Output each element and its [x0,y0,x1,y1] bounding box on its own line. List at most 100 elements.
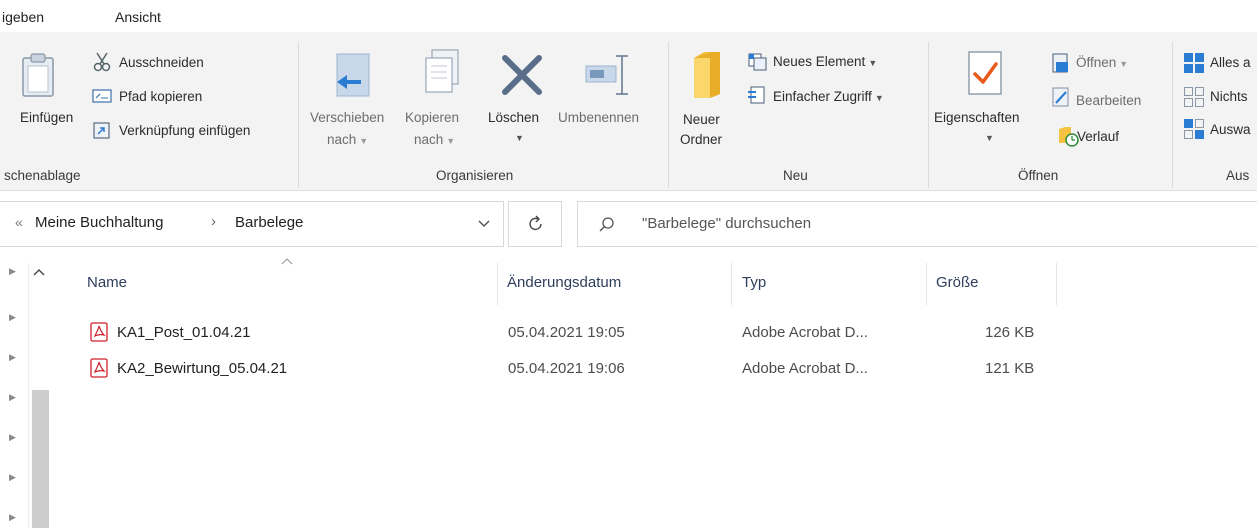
file-name: KA1_Post_01.04.21 [117,324,251,341]
select-none-button[interactable]: Nichts [1210,88,1248,106]
history-button[interactable]: Verlauf [1077,128,1119,146]
chevron-down-icon: ▼ [868,58,878,68]
file-type: Adobe Acrobat D... [742,360,868,377]
chevron-down-icon: ▼ [985,133,994,143]
expand-arrow-icon[interactable]: ▶ [9,472,16,483]
easy-access-label: Einfacher Zugriff [773,89,872,104]
expand-arrow-icon[interactable]: ▶ [9,352,16,363]
easy-access-icon [748,86,765,104]
breadcrumb-item[interactable]: Barbelege [235,214,303,231]
group-label-select: Aus [1226,168,1250,183]
file-date: 05.04.2021 19:05 [508,324,625,341]
chevron-down-icon: ▼ [515,133,524,143]
properties-button[interactable]: Eigenschaften ▼ [932,109,1044,153]
select-none-icon [1184,87,1204,107]
search-input[interactable]: "Barbelege" durchsuchen [642,215,811,232]
delete-button[interactable]: Löschen ▼ [486,109,556,153]
open-button[interactable]: Öffnen ▼ [1076,54,1128,73]
scissors-icon [93,52,111,72]
copy-to-button[interactable]: Kopieren nach ▼ [402,109,484,153]
breadcrumb-separator-icon: › [211,213,216,230]
expand-arrow-icon[interactable]: ▶ [9,432,16,443]
column-header-name[interactable]: Name [87,274,127,291]
table-row[interactable]: KA2_Bewirtung_05.04.21 05.04.2021 19:06 … [80,356,1060,384]
select-all-icon [1184,53,1204,73]
new-item-label: Neues Element [773,54,866,69]
group-separator [668,42,669,188]
new-folder-label: Neuer [683,112,720,127]
open-icon [1052,53,1068,73]
group-label-new: Neu [783,168,808,183]
group-separator [298,42,299,188]
group-label-open: Öffnen [1018,168,1059,183]
open-label: Öffnen [1076,55,1117,70]
new-folder-button[interactable]: Neuer Ordner [677,111,741,155]
delete-icon [502,55,542,95]
copy-to-label-2: nach ▼ [414,132,456,147]
column-divider[interactable] [497,263,498,305]
copy-path-icon [92,89,112,103]
column-divider[interactable] [926,263,927,305]
column-header-size[interactable]: Größe [936,274,979,291]
rename-button[interactable]: Umbenennen [558,109,639,127]
expand-arrow-icon[interactable]: ▶ [9,512,16,523]
copy-path-button[interactable]: Pfad kopieren [119,88,202,106]
copy-to-icon [425,49,459,93]
delete-label: Löschen [488,110,540,125]
edit-icon [1052,87,1069,107]
expand-arrow-icon[interactable]: ▶ [9,392,16,403]
file-size: 121 KB [985,360,1035,377]
move-to-label-2: nach ▼ [327,132,369,147]
file-name: KA2_Bewirtung_05.04.21 [117,360,288,377]
expand-arrow-icon[interactable]: ▶ [9,312,16,323]
search-box[interactable]: "Barbelege" durchsuchen [577,201,1257,247]
paste-button[interactable] [18,52,62,102]
cut-button[interactable]: Ausschneiden [119,54,204,72]
overflow-icon[interactable]: « [15,214,23,230]
new-folder-label-2: Ordner [680,132,723,147]
expand-arrow-icon[interactable]: ▶ [9,266,16,277]
refresh-button[interactable] [508,201,562,247]
group-label-organize: Organisieren [436,168,514,183]
table-row[interactable]: KA1_Post_01.04.21 05.04.2021 19:05 Adobe… [80,320,1060,348]
move-to-button[interactable]: Verschieben nach ▼ [303,109,409,153]
chevron-down-icon: ▼ [874,93,884,103]
new-item-icon [748,53,767,71]
chevron-down-icon: ▼ [1119,59,1129,69]
column-divider[interactable] [1056,263,1057,305]
new-item-button[interactable]: Neues Element ▼ [773,53,877,72]
refresh-icon [529,215,542,231]
scrollbar-thumb[interactable] [32,390,49,528]
tab-share[interactable]: igeben [2,9,44,25]
sort-ascending-icon [281,258,293,265]
file-date: 05.04.2021 19:06 [508,360,625,377]
address-bar[interactable]: « Meine Buchhaltung › Barbelege [0,201,504,247]
file-type: Adobe Acrobat D... [742,324,868,341]
tab-view[interactable]: Ansicht [115,9,161,25]
invert-selection-button[interactable]: Auswa [1210,121,1251,139]
edit-button[interactable]: Bearbeiten [1076,92,1141,110]
properties-label: Eigenschaften [934,110,1020,125]
group-separator [1172,42,1173,188]
column-header-type[interactable]: Typ [742,274,766,291]
column-header-date[interactable]: Änderungsdatum [507,274,621,291]
properties-icon [968,51,1002,95]
pdf-file-icon [90,358,108,378]
file-size: 126 KB [985,324,1035,341]
easy-access-button[interactable]: Einfacher Zugriff ▼ [773,88,884,107]
scroll-up-icon[interactable] [32,267,46,277]
nav-pane-divider [28,263,29,528]
select-all-button[interactable]: Alles a [1210,54,1251,72]
paste-shortcut-button[interactable]: Verknüpfung einfügen [119,122,250,140]
rename-icon [585,55,628,95]
copy-to-label: Kopieren [405,110,460,125]
breadcrumb-item[interactable]: Meine Buchhaltung [35,214,163,231]
chevron-down-icon[interactable] [477,219,491,229]
column-divider[interactable] [731,263,732,305]
paste-label[interactable]: Einfügen [20,109,73,127]
chevron-down-icon: ▼ [446,136,456,146]
clipboard-icon [22,53,54,97]
folder-icon [694,52,720,98]
paste-shortcut-icon [93,122,110,139]
group-label-clipboard: schenablage [4,168,81,183]
